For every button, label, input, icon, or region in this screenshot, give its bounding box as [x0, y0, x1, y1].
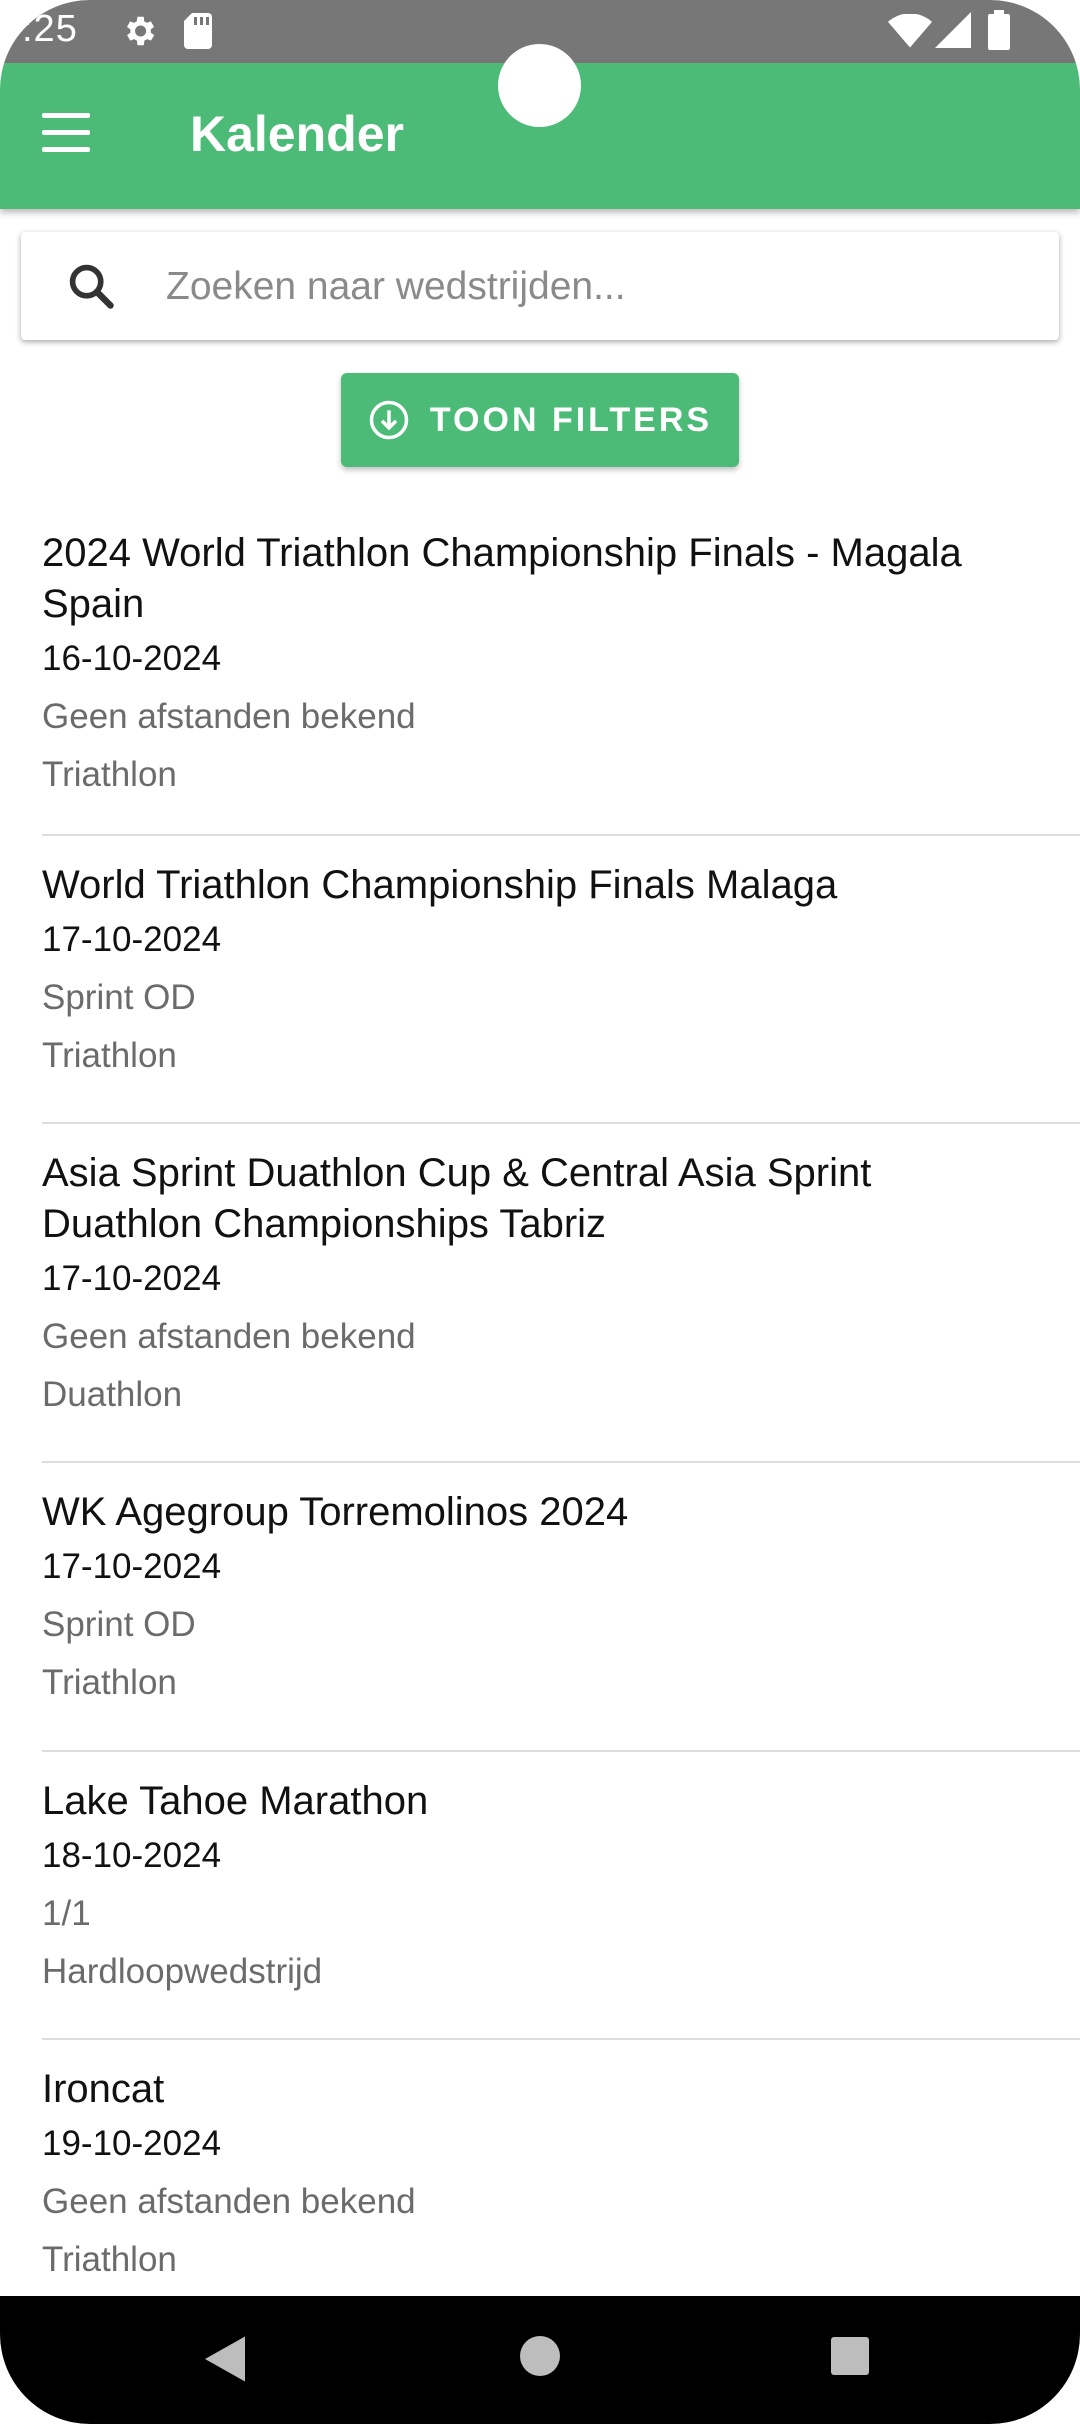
search-bar [21, 232, 1059, 340]
page-title: Kalender [190, 106, 404, 162]
event-date: 19-10-2024 [42, 2124, 222, 2163]
show-filters-label: TOON FILTERS [429, 400, 713, 439]
event-date: 17-10-2024 [42, 920, 222, 959]
list-item[interactable]: 2024 World Triathlon Championship Finals… [42, 510, 1080, 836]
event-sport: Triathlon [42, 755, 177, 794]
arrow-down-circle-icon [369, 400, 409, 440]
event-distance: Sprint OD [42, 978, 196, 1017]
show-filters-button[interactable]: TOON FILTERS [341, 373, 739, 467]
event-distance: Geen afstanden bekend [42, 697, 416, 736]
event-sport: Triathlon [42, 1036, 177, 1075]
event-distance: Geen afstanden bekend [42, 2182, 416, 2221]
event-sport: Hardloopwedstrijd [42, 1952, 323, 1991]
camera-cutout [498, 44, 581, 127]
list-item[interactable]: Lake Tahoe Marathon 18-10-2024 1/1 Hardl… [42, 1752, 1080, 2040]
home-icon[interactable] [520, 2336, 560, 2376]
screen: :25 Kalender Zoeken naar wedstrijden... … [0, 0, 1080, 2424]
wifi-icon [888, 14, 932, 48]
navigation-bar [0, 2296, 1080, 2424]
event-distance: Sprint OD [42, 1605, 196, 1644]
event-title: Asia Sprint Duathlon Cup & Central Asia … [42, 1151, 872, 1246]
sd-card-icon [184, 13, 212, 49]
event-title: Ironcat [42, 2067, 165, 2111]
signal-icon [935, 12, 971, 48]
list-item[interactable]: Ironcat 19-10-2024 Geen afstanden bekend… [42, 2040, 1080, 2326]
list-item[interactable]: World Triathlon Championship Finals Mala… [42, 836, 1080, 1124]
back-icon[interactable] [200, 2334, 250, 2384]
list-item[interactable]: WK Agegroup Torremolinos 2024 17-10-2024… [42, 1463, 1080, 1752]
recents-icon[interactable] [831, 2337, 869, 2375]
event-list: 2024 World Triathlon Championship Finals… [0, 510, 1080, 2326]
event-distance: 1/1 [42, 1894, 91, 1933]
event-date: 17-10-2024 [42, 1547, 222, 1586]
event-title: Lake Tahoe Marathon [42, 1779, 429, 1823]
list-item[interactable]: Asia Sprint Duathlon Cup & Central Asia … [42, 1124, 1080, 1463]
event-date: 18-10-2024 [42, 1836, 222, 1875]
hamburger-menu-icon[interactable] [42, 113, 102, 159]
status-time: :25 [22, 8, 78, 50]
event-title: World Triathlon Championship Finals Mala… [42, 863, 838, 907]
battery-icon [988, 10, 1010, 50]
event-distance: Geen afstanden bekend [42, 1317, 416, 1356]
event-date: 17-10-2024 [42, 1259, 222, 1298]
event-title: 2024 World Triathlon Championship Finals… [42, 531, 962, 626]
search-icon[interactable] [65, 260, 117, 312]
event-sport: Duathlon [42, 1375, 183, 1414]
event-sport: Triathlon [42, 2240, 177, 2279]
search-input[interactable] [164, 250, 1028, 324]
event-title: WK Agegroup Torremolinos 2024 [42, 1490, 629, 1534]
event-sport: Triathlon [42, 1663, 177, 1702]
gear-icon [126, 16, 155, 46]
event-date: 16-10-2024 [42, 639, 222, 678]
